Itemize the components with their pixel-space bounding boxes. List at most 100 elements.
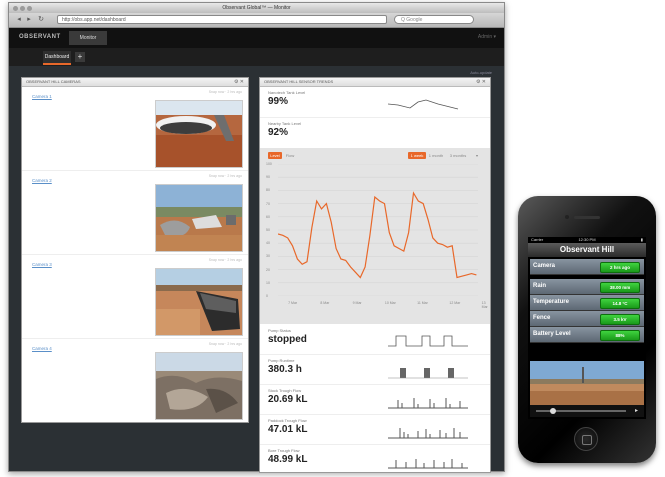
address-bar[interactable]: http://obs.app.net/dashboard — [57, 15, 387, 24]
metric-value: 48.99 kL — [268, 454, 308, 465]
camera-meta: Snap now · 2 hrs ago — [208, 174, 242, 178]
forward-icon[interactable]: ▸ — [25, 16, 33, 24]
y-tick-label: 100 — [266, 162, 272, 166]
metric-label: Bore Trough Flow — [268, 448, 300, 453]
metric-row[interactable]: Nanotech Tank Level 99% — [260, 86, 490, 118]
front-camera — [565, 215, 569, 219]
trend-chart: Level Flow 1 week 1 month 3 months ▾ 100… — [260, 148, 490, 324]
y-tick-label: 20 — [266, 267, 270, 272]
camera-link[interactable]: Camera 4 — [32, 346, 52, 351]
metric-row[interactable]: Pump Runtime 380.3 h — [260, 354, 490, 385]
camera-meta: Snap now · 2 hrs ago — [208, 342, 242, 346]
phone-camera-image[interactable] — [530, 361, 644, 405]
app-logo: OBSERVANT — [19, 34, 61, 40]
minimize-icon[interactable] — [20, 6, 25, 11]
browser-toolbar: ◂ ▸ ↻ http://obs.app.net/dashboard Q Goo… — [9, 13, 504, 28]
flow-button[interactable]: Flow — [284, 152, 296, 159]
x-tick-label: 11 Mar — [417, 301, 428, 305]
panel-controls[interactable]: ⚙ ✕ — [476, 78, 486, 86]
dashboard-tabs: Dashboard + — [9, 48, 504, 66]
row-label: Rain — [533, 283, 547, 289]
row-value: 88% — [600, 330, 640, 341]
camera-image[interactable] — [155, 100, 243, 168]
earpiece-speaker — [574, 216, 600, 219]
metric-row[interactable]: Pump Status stopped — [260, 324, 490, 355]
metric-label: Pump Runtime — [268, 358, 295, 363]
browser-window: Observant Global™ — Monitor ◂ ▸ ↻ http:/… — [8, 2, 505, 473]
close-icon[interactable] — [13, 6, 18, 11]
metric-row[interactable]: Paddock Trough Flow 47.01 kL — [260, 414, 490, 445]
x-tick-label: 12 Mar — [449, 301, 461, 305]
row-value: 38.00 mm — [600, 282, 640, 293]
y-tick-label: 0 — [266, 294, 268, 298]
tab-monitor[interactable]: Monitor — [69, 31, 107, 45]
zoom-icon[interactable] — [27, 6, 32, 11]
line-chart — [278, 164, 478, 296]
row-value: 3.5 kV — [600, 314, 640, 325]
phone-row-battery[interactable]: Battery Level 88% — [530, 327, 644, 343]
camera-link[interactable]: Camera 3 — [32, 262, 52, 267]
row-value: 14.8 °C — [600, 298, 640, 309]
metric-value: 99% — [268, 96, 289, 107]
camera-link[interactable]: Camera 2 — [32, 178, 52, 183]
metric-label: Nanotech Tank Level — [268, 90, 306, 95]
camera-image[interactable] — [155, 268, 243, 336]
row-label: Temperature — [533, 299, 569, 305]
x-tick-label: 7 Mar — [288, 301, 298, 305]
x-tick-label: 13 Mar — [481, 301, 488, 309]
reload-icon[interactable]: ↻ — [37, 16, 45, 24]
series-line — [278, 191, 477, 279]
metric-label: Stock Trough Flow — [268, 388, 302, 393]
metric-label: Nearby Tank Level — [268, 121, 302, 126]
home-button[interactable] — [574, 427, 598, 451]
camera-item: Camera 4 Snap now · 2 hrs ago — [22, 338, 248, 422]
panel-controls[interactable]: ⚙ ✕ — [234, 78, 244, 86]
metric-row[interactable]: Bore Trough Flow 48.99 kL — [260, 444, 490, 472]
y-tick-label: 10 — [266, 280, 270, 285]
phone-row-temperature[interactable]: Temperature 14.8 °C — [530, 295, 644, 311]
phone-title: Observant Hill — [528, 243, 646, 257]
y-tick-label: 60 — [266, 214, 270, 219]
phone-row-rain[interactable]: Rain 38.00 mm — [530, 279, 644, 295]
tab-dashboard[interactable]: Dashboard — [43, 51, 71, 65]
back-icon[interactable]: ◂ — [15, 16, 23, 24]
metric-value: 20.69 kL — [268, 394, 308, 405]
range-3months-button[interactable]: 3 months — [446, 152, 470, 159]
sparkline — [388, 368, 468, 379]
next-icon[interactable]: ▸ — [635, 407, 638, 414]
metric-value: 47.01 kL — [268, 424, 308, 435]
phone-screen: Carrier 12:30 PM ▮ Observant Hill Camera… — [528, 237, 646, 419]
y-tick-label: 70 — [266, 201, 270, 206]
range-1week-button[interactable]: 1 week — [408, 152, 426, 159]
camera-meta: Snap now · 2 hrs ago — [208, 90, 242, 94]
window-titlebar: Observant Global™ — Monitor — [9, 3, 504, 13]
camera-item: Camera 2 Snap now · 2 hrs ago — [22, 170, 248, 255]
range-more-button[interactable]: ▾ — [472, 152, 482, 159]
metric-row[interactable]: Stock Trough Flow 20.69 kL — [260, 384, 490, 415]
level-button[interactable]: Level — [268, 152, 282, 159]
panel-title: OBSERVANT HILL CAMERAS — [26, 79, 81, 84]
sparkline — [388, 99, 459, 110]
row-label: Battery Level — [533, 331, 571, 337]
sensor-trends-panel: OBSERVANT HILL SENSOR TRENDS ⚙ ✕ Nanotec… — [259, 77, 491, 473]
camera-image[interactable] — [155, 184, 243, 252]
panel-title: OBSERVANT HILL SENSOR TRENDS — [264, 79, 334, 84]
sparkline — [388, 335, 468, 347]
row-label: Camera — [533, 263, 556, 269]
phone-row-camera[interactable]: Camera 2 hrs ago — [530, 259, 644, 275]
browser-search-input[interactable]: Q Google — [394, 15, 474, 24]
camera-item: Camera 1 Snap now · 2 hrs ago — [22, 86, 248, 171]
metric-row[interactable]: Nearby Tank Level 92% — [260, 117, 490, 149]
phone-device: Carrier 12:30 PM ▮ Observant Hill Camera… — [518, 196, 656, 463]
phone-image-controls: ▸ — [530, 405, 644, 417]
y-tick-label: 90 — [266, 175, 270, 180]
phone-row-fence[interactable]: Fence 3.5 kV — [530, 311, 644, 327]
auto-update-toggle[interactable]: Auto-update — [470, 70, 492, 75]
camera-image[interactable] — [155, 352, 243, 420]
range-1month-button[interactable]: 1 month — [426, 152, 446, 159]
account-menu[interactable]: Admin ▾ — [478, 34, 496, 40]
y-tick-label: 50 — [266, 228, 270, 232]
slider-handle[interactable] — [550, 408, 556, 414]
add-tab-button[interactable]: + — [75, 52, 85, 62]
camera-link[interactable]: Camera 1 — [32, 94, 52, 99]
